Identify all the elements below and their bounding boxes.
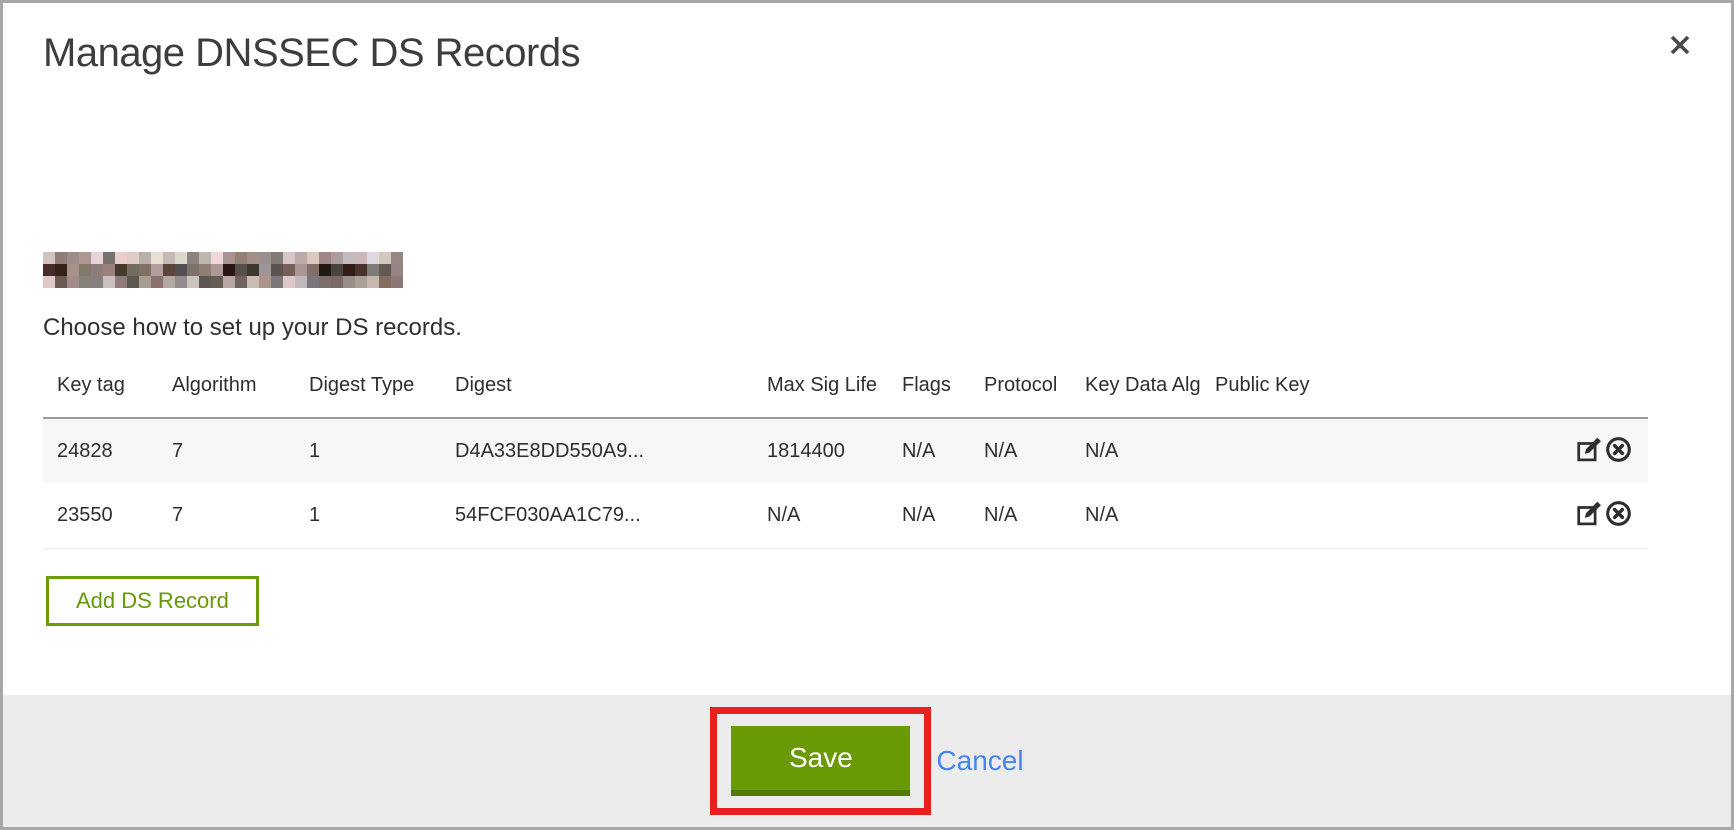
column-header: Digest bbox=[441, 364, 753, 418]
edit-icon bbox=[1576, 515, 1603, 530]
table-cell: 24828 bbox=[43, 418, 158, 483]
column-header: Protocol bbox=[970, 364, 1071, 418]
table-cell: N/A bbox=[888, 483, 970, 548]
table-row: 235507154FCF030AA1C79...N/AN/AN/AN/A bbox=[43, 483, 1648, 548]
add-ds-record-button[interactable]: Add DS Record bbox=[46, 576, 259, 626]
cancel-link[interactable]: Cancel bbox=[936, 745, 1023, 777]
table-cell: 7 bbox=[158, 483, 295, 548]
row-actions bbox=[1558, 418, 1648, 483]
table-cell bbox=[1201, 483, 1558, 548]
domain-name-redacted bbox=[43, 252, 403, 288]
table-cell: N/A bbox=[753, 483, 888, 548]
edit-record-button[interactable] bbox=[1576, 500, 1603, 530]
table-row: 2482871D4A33E8DD550A9...1814400N/AN/AN/A bbox=[43, 418, 1648, 483]
edit-record-button[interactable] bbox=[1576, 436, 1603, 466]
table-header-row: Key tagAlgorithmDigest TypeDigestMax Sig… bbox=[43, 364, 1648, 418]
remove-icon bbox=[1605, 451, 1632, 466]
table-cell bbox=[1201, 418, 1558, 483]
dnssec-dialog: { "dialog": { "title": "Manage DNSSEC DS… bbox=[0, 0, 1734, 830]
setup-instruction-text: Choose how to set up your DS records. bbox=[43, 314, 1691, 342]
remove-icon bbox=[1605, 515, 1632, 530]
actions-column-header bbox=[1558, 364, 1648, 418]
table-cell: 1814400 bbox=[753, 418, 888, 483]
dialog-body: Manage DNSSEC DS Records Choose how to s… bbox=[3, 31, 1731, 626]
row-actions bbox=[1558, 483, 1648, 548]
table-cell: N/A bbox=[888, 418, 970, 483]
table-cell: 54FCF030AA1C79... bbox=[441, 483, 753, 548]
column-header: Public Key bbox=[1201, 364, 1558, 418]
table-cell: N/A bbox=[1071, 483, 1201, 548]
column-header: Max Sig Life bbox=[753, 364, 888, 418]
table-cell: N/A bbox=[970, 483, 1071, 548]
column-header: Algorithm bbox=[158, 364, 295, 418]
column-header: Key Data Alg bbox=[1071, 364, 1201, 418]
delete-record-button[interactable] bbox=[1605, 436, 1632, 466]
close-button[interactable] bbox=[1661, 27, 1699, 65]
table-cell: 1 bbox=[295, 483, 441, 548]
delete-record-button[interactable] bbox=[1605, 500, 1632, 530]
table-cell: 1 bbox=[295, 418, 441, 483]
ds-records-table: Key tagAlgorithmDigest TypeDigestMax Sig… bbox=[43, 364, 1648, 549]
close-icon bbox=[1665, 48, 1695, 63]
column-header: Flags bbox=[888, 364, 970, 418]
save-highlight-box: Save bbox=[710, 707, 931, 815]
column-header: Digest Type bbox=[295, 364, 441, 418]
table-cell: D4A33E8DD550A9... bbox=[441, 418, 753, 483]
save-button[interactable]: Save bbox=[731, 726, 910, 796]
table-cell: 23550 bbox=[43, 483, 158, 548]
table-cell: N/A bbox=[970, 418, 1071, 483]
table-cell: 7 bbox=[158, 418, 295, 483]
table-cell: N/A bbox=[1071, 418, 1201, 483]
column-header: Key tag bbox=[43, 364, 158, 418]
edit-icon bbox=[1576, 451, 1603, 466]
page-title: Manage DNSSEC DS Records bbox=[43, 31, 1691, 76]
dialog-footer: Save Cancel bbox=[3, 695, 1731, 827]
